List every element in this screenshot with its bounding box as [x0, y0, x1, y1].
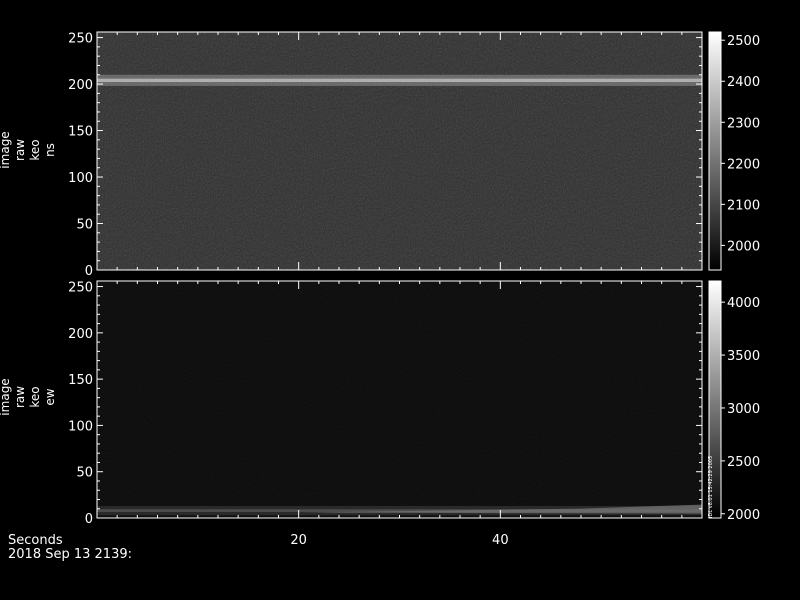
- y-tick-label: 150: [68, 373, 93, 388]
- y-label-part: raw: [13, 386, 27, 408]
- colorbar-ew: 2000 2500 3000 3500 4000: [708, 280, 760, 523]
- x-axis-label: Seconds: [8, 533, 63, 548]
- y-tick-label: 250: [68, 281, 93, 296]
- panel-ns: 0 50 100 150 200 250 image raw keo ns 2000 210…: [0, 31, 760, 279]
- panel-ew: 0 50 100 150 200 250 image raw keo ew 2000 250…: [0, 280, 760, 527]
- colorbar-tick-label: 2500: [727, 455, 760, 470]
- heatmap-ew: [96, 280, 703, 519]
- colorbar-tick-label: 2000: [727, 239, 760, 254]
- y-tick-label: 150: [68, 125, 93, 140]
- heatmap-noise: [97, 32, 702, 270]
- colorbar-tick-label: 3500: [727, 349, 760, 364]
- heatmap-ns: [96, 31, 703, 271]
- y-tick-label: 100: [68, 171, 93, 186]
- colorbar-tick-label: 2200: [727, 157, 760, 172]
- colorbar-tick-label: 2100: [727, 198, 760, 213]
- colorbar-tick-label: 3000: [727, 402, 760, 417]
- heatmap-band-core: [97, 78, 702, 83]
- y-label-part: ew: [43, 388, 57, 405]
- y-tick-label: 200: [68, 78, 93, 93]
- colorbar-tick-label: 2400: [727, 75, 760, 90]
- keogram-figure: 050100150200250 image raw keo ns 2000210…: [0, 31, 760, 562]
- y-label-part: keo: [28, 139, 42, 160]
- x-tick-label: 40: [492, 533, 509, 548]
- y-tick-label: 100: [68, 419, 93, 434]
- heatmap-noise: [97, 281, 702, 518]
- colorbar-tick-label: 4000: [727, 296, 760, 311]
- y-label-part: raw: [13, 139, 27, 161]
- y-label-part: ns: [43, 143, 57, 157]
- x-tick-label: 20: [290, 533, 307, 548]
- colorbar-tick-label: 2500: [727, 34, 760, 49]
- y-label-ns: image raw keo ns: [0, 131, 57, 168]
- y-label-part: image: [0, 378, 12, 415]
- colorbar-gradient: [708, 31, 722, 271]
- colorbar-tick-label: 2300: [727, 116, 760, 131]
- y-tick-label: 250: [68, 32, 93, 47]
- colorbar-tick-label: 2000: [727, 508, 760, 523]
- x-axis: 20 40: [290, 533, 508, 548]
- y-tick-label: 200: [68, 327, 93, 342]
- y-tick-label: 0: [85, 264, 93, 279]
- y-label-ew: image raw keo ew: [0, 378, 57, 415]
- y-label-part: image: [0, 131, 12, 168]
- y-label-part: keo: [28, 386, 42, 407]
- y-tick-label: 0: [85, 512, 93, 527]
- heatmap-band-core: [97, 509, 702, 512]
- colorbar-ns: 2000 2100 2200 2300 2400 2500: [708, 31, 760, 271]
- colorbar-annotation: IDL v8.01 15:42:29 2005: [708, 456, 714, 518]
- date-label: 2018 Sep 13 2139:: [8, 547, 132, 562]
- y-tick-label: 50: [76, 466, 93, 481]
- y-tick-label: 50: [76, 218, 93, 233]
